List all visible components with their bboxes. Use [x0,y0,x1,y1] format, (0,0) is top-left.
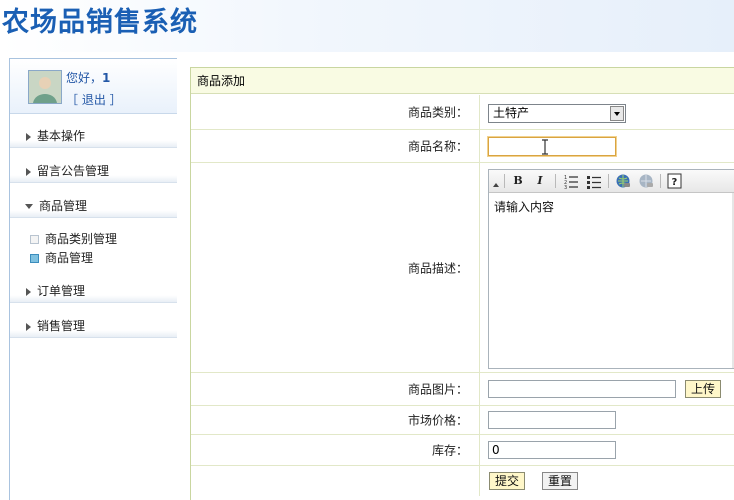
sidebar-item-label: 留言公告管理 [37,164,110,178]
sidebar-item-messages[interactable]: 留言公告管理 [10,160,177,183]
description-label: 商品描述： [407,261,468,275]
greeting-prefix: 您好， [66,71,103,85]
chevron-right-icon [26,167,31,176]
bold-button[interactable]: B [511,173,525,189]
remove-link-icon[interactable] [638,173,654,189]
form-row-description: 商品描述： B I 123 ? 请输入内容 [191,163,734,373]
rich-text-editor[interactable]: B I 123 ? 请输入内容 [488,169,734,369]
sidebar-item-products[interactable]: 商品管理 [10,195,177,218]
sidebar-item-basic[interactable]: 基本操作 [10,125,177,148]
product-add-form: 商品添加 商品类别： 土特产 商品名称： 商品描述： B I 1 2 3 ? 请… [190,67,734,500]
product-name-input[interactable] [488,137,616,156]
greeting: 您好，1 [66,69,110,86]
username: 1 [102,71,111,85]
stock-label: 库存： [431,443,468,458]
chevron-right-icon [26,287,31,296]
sidebar-item-sales[interactable]: 销售管理 [10,315,177,338]
help-icon[interactable]: ? [667,173,682,189]
name-label: 商品名称： [407,139,468,154]
sidebar-item-orders[interactable]: 订单管理 [10,280,177,303]
text-cursor-icon [542,139,548,155]
form-row-image: 商品图片： 上传 [191,373,734,406]
logout-link[interactable]: ［ 退出 ］ [66,91,122,108]
avatar [28,70,62,104]
reset-button[interactable]: 重置 [542,472,579,490]
submit-button[interactable]: 提交 [489,472,526,490]
submenu-item-products[interactable]: 商品管理 [30,249,93,267]
price-label: 市场价格： [407,413,468,428]
image-label: 商品图片： [407,382,468,397]
user-box: 您好，1 ［ 退出 ］ [10,59,177,114]
category-select[interactable]: 土特产 [488,104,626,123]
chevron-right-icon [26,132,31,141]
submenu-item-label: 商品管理 [45,251,94,265]
form-title: 商品添加 [191,68,734,94]
bullet-square-icon [30,235,39,244]
svg-text:3: 3 [564,185,567,189]
form-row-name: 商品名称： [191,130,734,163]
bullet-square-active-icon [30,254,39,263]
sidebar-item-label: 销售管理 [37,319,86,333]
sidebar-item-label: 商品管理 [39,199,88,213]
form-row-price: 市场价格： [191,406,734,435]
user-avatar-icon [29,71,61,103]
chevron-down-icon [25,204,33,209]
unordered-list-icon[interactable] [586,173,602,189]
sidebar-item-label: 订单管理 [37,284,86,298]
image-path-input[interactable] [488,380,676,398]
submenu-item-category[interactable]: 商品类别管理 [30,230,117,248]
upload-button[interactable]: 上传 [685,380,722,398]
insert-link-icon[interactable] [615,173,631,189]
submenu-item-label: 商品类别管理 [45,232,118,246]
ordered-list-icon[interactable]: 123 [563,173,579,189]
form-row-category: 商品类别： 土特产 [191,95,734,130]
dropdown-arrow-icon[interactable] [610,106,624,121]
editor-content[interactable]: 请输入内容 [494,198,554,215]
form-row-actions: 提交 重置 [191,466,734,496]
app-title: 农场品销售系统 [2,7,198,38]
category-selected-value: 土特产 [493,106,530,120]
toolbar-grip-icon [493,183,499,187]
editor-toolbar: B I 123 ? [489,170,734,193]
svg-text:?: ? [672,177,678,188]
form-row-stock: 库存： [191,435,734,466]
category-label: 商品类别： [407,105,468,120]
italic-button[interactable]: I [533,173,547,189]
market-price-input[interactable] [488,411,616,429]
header-banner: 农场品销售系统 [0,0,734,52]
stock-input[interactable] [488,441,616,459]
sidebar-item-label: 基本操作 [37,129,86,143]
sidebar: 您好，1 ［ 退出 ］ 基本操作 留言公告管理 商品管理 商品类别管理 商品管理… [9,58,177,500]
chevron-right-icon [26,322,31,331]
